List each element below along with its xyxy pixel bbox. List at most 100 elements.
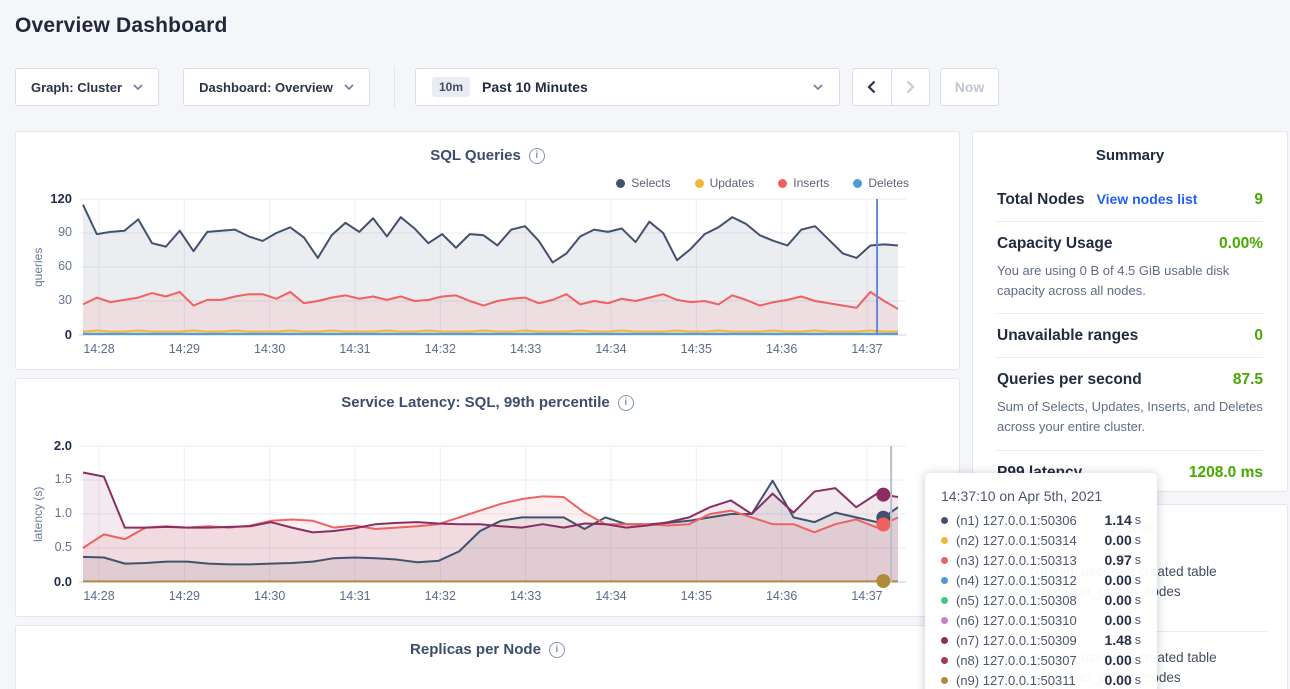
legend-item[interactable]: Updates <box>695 176 755 190</box>
tooltip-node-value: 0.00 <box>1105 572 1132 588</box>
x-axis-tick-label: 14:34 <box>581 342 641 356</box>
tooltip-node-unit: s <box>1135 513 1141 527</box>
x-axis-tick-label: 14:33 <box>496 342 556 356</box>
toolbar-divider <box>394 66 395 108</box>
tooltip-node-label: (n8) 127.0.0.1:50307 <box>956 653 1077 668</box>
chevron-down-icon <box>813 84 823 90</box>
tooltip-node-label: (n4) 127.0.0.1:50312 <box>956 573 1077 588</box>
chevron-down-icon <box>344 84 354 90</box>
legend-label: Deletes <box>868 176 909 190</box>
x-axis-tick-label: 14:31 <box>325 589 385 603</box>
tooltip-row: (n6) 127.0.0.1:503100.00s <box>941 612 1141 628</box>
y-axis-tick-label: 0.5 <box>16 540 72 554</box>
legend-item[interactable]: Selects <box>616 176 670 190</box>
legend-color-dot <box>616 179 625 188</box>
graph-scope-dropdown[interactable]: Graph: Cluster <box>15 68 159 106</box>
tooltip-node-unit: s <box>1135 673 1141 687</box>
x-axis-tick-label: 14:33 <box>496 589 556 603</box>
page-title: Overview Dashboard <box>15 14 228 38</box>
summary-row-total-nodes: Total Nodes View nodes list 9 <box>997 178 1263 221</box>
summary-panel: Summary Total Nodes View nodes list 9 Ca… <box>972 131 1288 492</box>
total-nodes-value: 9 <box>1254 191 1263 209</box>
step-back-button[interactable] <box>853 69 891 105</box>
x-axis-tick-label: 14:32 <box>410 589 470 603</box>
tooltip-node-unit: s <box>1135 553 1141 567</box>
y-axis-tick-label: 60 <box>16 259 72 273</box>
tooltip-node-unit: s <box>1135 573 1141 587</box>
legend-label: Selects <box>631 176 670 190</box>
summary-title: Summary <box>997 147 1263 164</box>
x-axis-tick-label: 14:35 <box>666 589 726 603</box>
capacity-usage-value: 0.00% <box>1219 235 1263 253</box>
dashboard-dropdown[interactable]: Dashboard: Overview <box>183 68 370 106</box>
chart-legend: Selects Updates Inserts Deletes <box>592 176 909 190</box>
chart-plot-area[interactable] <box>79 199 906 337</box>
chevron-left-icon <box>867 80 876 94</box>
x-axis-tick-label: 14:36 <box>752 589 812 603</box>
tooltip-row: (n1) 127.0.0.1:503061.14s <box>941 512 1141 528</box>
tooltip-node-label: (n5) 127.0.0.1:50308 <box>956 593 1077 608</box>
y-axis-tick-label: 1.0 <box>16 506 72 520</box>
y-axis-tick-label: 120 <box>16 191 72 206</box>
chart-hover-tooltip: 14:37:10 on Apr 5th, 2021 (n1) 127.0.0.1… <box>925 473 1157 689</box>
unavailable-ranges-value: 0 <box>1254 327 1263 345</box>
x-axis-tick-label: 14:37 <box>837 589 897 603</box>
qps-description: Sum of Selects, Updates, Inserts, and De… <box>997 397 1263 449</box>
x-axis-tick-label: 14:30 <box>240 342 300 356</box>
legend-label: Updates <box>710 176 755 190</box>
tooltip-node-value: 0.00 <box>1105 592 1132 608</box>
tooltip-node-value: 1.14 <box>1105 512 1132 528</box>
chevron-right-icon <box>906 80 915 94</box>
legend-label: Inserts <box>793 176 829 190</box>
summary-row-qps: Queries per second 87.5 <box>997 357 1263 401</box>
chevron-down-icon <box>133 84 143 90</box>
tooltip-row: (n4) 127.0.0.1:50312 0.00s <box>941 572 1141 588</box>
chart-plot-area[interactable] <box>79 446 906 584</box>
tooltip-row: (n5) 127.0.0.1:50308 0.00s <box>941 592 1141 608</box>
overview-dashboard-page: { "page": { "title": "Overview Dashboard… <box>0 0 1290 689</box>
x-axis-tick-label: 14:34 <box>581 589 641 603</box>
total-nodes-label: Total Nodes <box>997 191 1085 209</box>
legend-color-dot <box>695 179 704 188</box>
series-color-dot <box>941 677 948 684</box>
info-icon[interactable]: i <box>529 148 545 164</box>
tooltip-row: (n7) 127.0.0.1:503091.48s <box>941 632 1141 648</box>
y-axis-tick-label: 1.5 <box>16 472 72 486</box>
summary-row-unavailable: Unavailable ranges 0 <box>997 313 1263 357</box>
y-axis-tick-label: 30 <box>16 293 72 307</box>
tooltip-node-value: 1.48 <box>1105 632 1132 648</box>
time-range-selector[interactable]: 10m Past 10 Minutes <box>415 68 840 106</box>
tooltip-row: (n3) 127.0.0.1:503130.97s <box>941 552 1141 568</box>
chart-title: Service Latency: SQL, 99th percentile <box>341 394 609 411</box>
step-forward-button[interactable] <box>891 69 929 105</box>
time-range-label: Past 10 Minutes <box>482 79 588 95</box>
series-color-dot <box>941 577 948 584</box>
series-color-dot <box>941 597 948 604</box>
unavailable-ranges-label: Unavailable ranges <box>997 327 1138 345</box>
time-range-badge: 10m <box>432 77 470 97</box>
legend-color-dot <box>778 179 787 188</box>
x-axis-tick-label: 14:35 <box>666 342 726 356</box>
tooltip-row: (n9) 127.0.0.1:503110.00s <box>941 672 1141 688</box>
tooltip-date: on Apr 5th, 2021 <box>999 488 1102 504</box>
tooltip-node-unit: s <box>1135 593 1141 607</box>
tooltip-timestamp: 14:37:10 on Apr 5th, 2021 <box>941 488 1141 504</box>
legend-item[interactable]: Deletes <box>853 176 909 190</box>
now-button[interactable]: Now <box>940 68 999 106</box>
tooltip-node-value: 0.00 <box>1105 532 1132 548</box>
p99-latency-value: 1208.0 ms <box>1189 464 1263 482</box>
capacity-usage-label: Capacity Usage <box>997 235 1112 253</box>
legend-item[interactable]: Inserts <box>778 176 829 190</box>
info-icon[interactable]: i <box>549 642 565 658</box>
x-axis-tick-label: 14:29 <box>154 342 214 356</box>
x-axis-tick-label: 14:32 <box>410 342 470 356</box>
series-color-dot <box>941 657 948 664</box>
series-color-dot <box>941 557 948 564</box>
replicas-per-node-chart-card: Replicas per Node i <box>15 625 960 689</box>
tooltip-node-label: (n9) 127.0.0.1:50311 <box>956 673 1076 688</box>
info-icon[interactable]: i <box>618 395 634 411</box>
tooltip-node-value: 0.00 <box>1105 612 1132 628</box>
view-nodes-list-link[interactable]: View nodes list <box>1097 191 1198 207</box>
summary-row-capacity: Capacity Usage 0.00% <box>997 221 1263 265</box>
tooltip-node-value: 0.00 <box>1105 652 1132 668</box>
